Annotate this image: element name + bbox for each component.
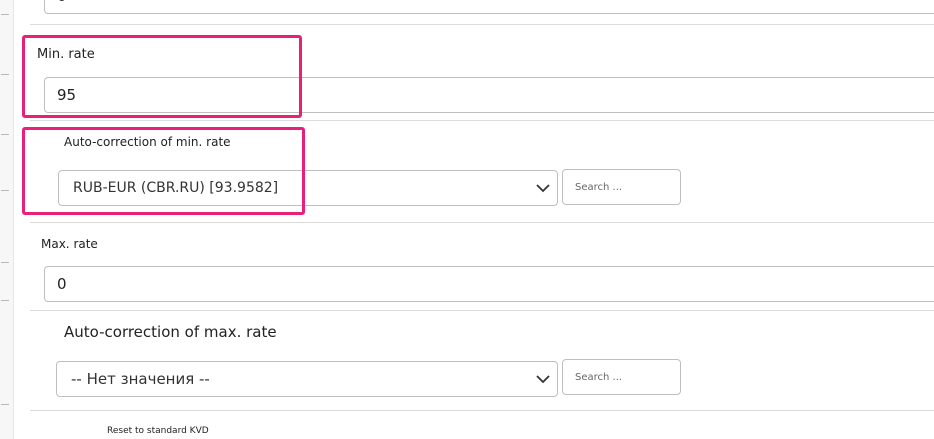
edge-tick: [1, 404, 9, 405]
auto-min-search-input[interactable]: [562, 169, 681, 205]
edge-tick: [1, 300, 9, 301]
chevron-down-icon: [529, 362, 557, 396]
section-divider: [30, 120, 934, 121]
left-edge-strip: [0, 0, 14, 439]
auto-max-search-input[interactable]: [562, 359, 681, 395]
auto-max-label: Auto-correction of max. rate: [64, 323, 277, 341]
auto-max-select[interactable]: -- Нет значения --: [56, 361, 558, 397]
edge-tick: [1, 14, 9, 15]
auto-min-select[interactable]: RUB-EUR (CBR.RU) [93.9582]: [58, 170, 558, 206]
section-divider: [30, 410, 934, 411]
min-rate-input[interactable]: [44, 77, 934, 113]
edge-tick: [1, 190, 9, 191]
section-divider: [30, 310, 934, 311]
auto-min-selected-value: RUB-EUR (CBR.RU) [93.9582]: [73, 180, 279, 196]
section-divider: [30, 222, 934, 223]
edge-tick: [1, 262, 9, 263]
max-rate-label: Max. rate: [41, 237, 98, 251]
section-divider: [30, 24, 934, 25]
auto-max-selected-value: -- Нет значения --: [71, 370, 210, 388]
edge-tick: [1, 134, 9, 135]
reset-to-standard-link[interactable]: Reset to standard KVD: [107, 426, 209, 436]
auto-min-label: Auto-correction of min. rate: [64, 135, 231, 149]
chevron-down-icon: [529, 171, 557, 205]
max-rate-input[interactable]: [44, 266, 934, 302]
top-value-input[interactable]: [44, 0, 934, 14]
min-rate-label: Min. rate: [37, 47, 95, 62]
edge-tick: [1, 74, 9, 75]
